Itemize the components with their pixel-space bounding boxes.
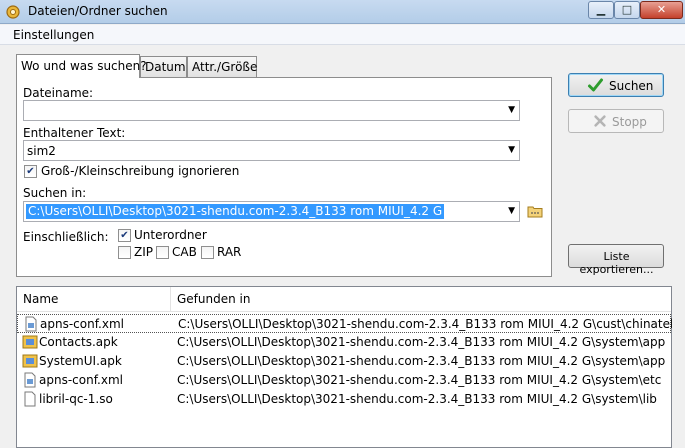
search-options-panel: Dateiname: ▼ Enthaltener Text: sim2 ▼ ✔ … — [16, 77, 552, 277]
maximize-icon: □ — [621, 3, 633, 16]
green-check-icon — [588, 78, 603, 92]
app-gear-icon — [6, 5, 20, 19]
export-list-button-label: Liste exportieren... — [579, 250, 654, 276]
search-in-label: Suchen in: — [23, 186, 87, 200]
tab-datum[interactable]: Datum — [140, 56, 187, 77]
rar-checkbox[interactable] — [201, 246, 214, 259]
zip-label: ZIP — [134, 245, 153, 259]
result-name: apns-conf.xml — [39, 373, 123, 387]
browse-folder-icon[interactable] — [527, 204, 543, 218]
filename-label: Dateiname: — [23, 86, 94, 100]
minimize-icon: ▁ — [596, 3, 606, 16]
result-row[interactable]: Contacts.apk C:\Users\OLLI\Desktop\3021-… — [17, 333, 671, 352]
dropdown-arrow-icon[interactable]: ▼ — [508, 206, 515, 216]
result-name: apns-conf.xml — [40, 317, 124, 331]
column-header-found-in[interactable]: Gefunden in — [171, 287, 671, 311]
result-name: libril-qc-1.so — [39, 392, 113, 406]
search-button-label: Suchen — [609, 79, 654, 93]
column-header-name[interactable]: Name — [17, 287, 171, 311]
stop-x-icon — [594, 115, 606, 127]
subfolders-checkbox[interactable]: ✔ — [118, 229, 131, 242]
window-title: Dateien/Ordner suchen — [28, 4, 168, 18]
title-bar: Dateien/Ordner suchen ▁ □ ✕ — [0, 0, 685, 24]
content-text-value: sim2 — [27, 144, 56, 158]
menu-einstellungen[interactable]: Einstellungen — [13, 28, 94, 42]
result-path: C:\Users\OLLI\Desktop\3021-shendu.com-2.… — [177, 392, 657, 406]
result-row[interactable]: apns-conf.xml C:\Users\OLLI\Desktop\3021… — [17, 314, 672, 333]
checkmark-icon: ✔ — [120, 230, 129, 241]
result-path: C:\Users\OLLI\Desktop\3021-shendu.com-2.… — [177, 354, 666, 368]
ignore-case-label: Groß-/Kleinschreibung ignorieren — [41, 164, 240, 178]
result-path: C:\Users\OLLI\Desktop\3021-shendu.com-2.… — [178, 317, 672, 331]
dropdown-arrow-icon[interactable]: ▼ — [508, 105, 515, 115]
checkmark-icon: ✔ — [26, 166, 35, 177]
subfolders-label: Unterordner — [134, 228, 207, 242]
tab-wo-und-was[interactable]: Wo und was suchen? — [16, 54, 147, 78]
cab-checkbox[interactable] — [156, 246, 169, 259]
search-in-combobox[interactable]: C:\Users\OLLI\Desktop\3021-shendu.com-2.… — [23, 201, 520, 222]
tab-attr-groesse[interactable]: Attr./Größe — [187, 56, 257, 77]
rar-label: RAR — [217, 245, 242, 259]
include-label: Einschließlich: — [23, 230, 109, 244]
result-row[interactable]: libril-qc-1.so C:\Users\OLLI\Desktop\302… — [17, 390, 671, 409]
header-divider — [17, 311, 671, 312]
cab-label: CAB — [172, 245, 197, 259]
result-path: C:\Users\OLLI\Desktop\3021-shendu.com-2.… — [177, 335, 666, 349]
result-name: SystemUI.apk — [39, 354, 122, 368]
xml-file-icon — [24, 372, 36, 388]
zip-checkbox[interactable] — [118, 246, 131, 259]
maximize-button[interactable]: □ — [614, 1, 640, 19]
filename-combobox[interactable]: ▼ — [23, 100, 520, 121]
close-button[interactable]: ✕ — [640, 1, 683, 19]
search-button[interactable]: Suchen — [568, 73, 664, 97]
content-text-label: Enthaltener Text: — [23, 126, 126, 140]
export-list-button[interactable]: Liste exportieren... — [568, 244, 664, 276]
ignore-case-checkbox[interactable]: ✔ — [24, 165, 37, 178]
generic-file-icon — [24, 391, 36, 407]
result-row[interactable]: apns-conf.xml C:\Users\OLLI\Desktop\3021… — [17, 371, 671, 390]
result-row[interactable]: SystemUI.apk C:\Users\OLLI\Desktop\3021-… — [17, 352, 671, 371]
stop-button-label: Stopp — [612, 115, 647, 129]
result-path: C:\Users\OLLI\Desktop\3021-shendu.com-2.… — [177, 373, 662, 387]
dropdown-arrow-icon[interactable]: ▼ — [508, 145, 515, 155]
close-icon: ✕ — [656, 3, 667, 16]
stop-button[interactable]: Stopp — [568, 109, 664, 133]
search-in-value: C:\Users\OLLI\Desktop\3021-shendu.com-2.… — [26, 204, 445, 219]
apk-file-icon — [22, 335, 38, 349]
result-name: Contacts.apk — [39, 335, 118, 349]
menu-bar: Einstellungen — [0, 25, 685, 45]
content-text-combobox[interactable]: sim2 ▼ — [23, 140, 520, 161]
results-list[interactable]: Name Gefunden in apns-conf.xml C:\Users\… — [16, 286, 672, 448]
apk-file-icon — [22, 354, 38, 368]
xml-file-icon — [25, 316, 37, 332]
minimize-button[interactable]: ▁ — [588, 1, 614, 19]
